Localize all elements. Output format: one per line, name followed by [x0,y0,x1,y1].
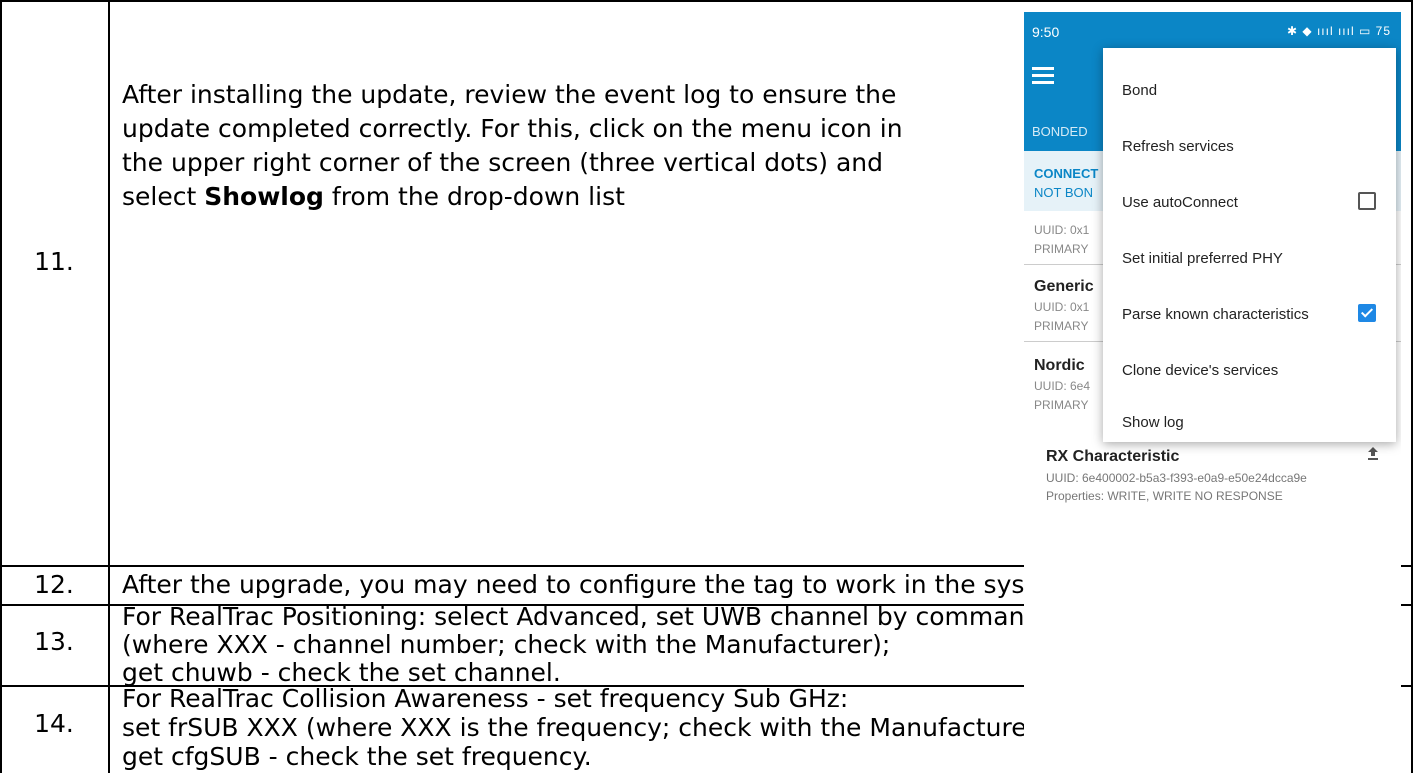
menu-item-show-log[interactable]: Show log [1122,414,1184,431]
service-uuid: UUID: 0x1 [1034,300,1090,314]
step-number: 11. [34,247,74,276]
step-text: For RealTrac Collision Awareness - set f… [122,684,1055,771]
step-number: 14. [34,709,74,738]
characteristic-properties: Properties: WRITE, WRITE NO RESPONSE [1046,489,1283,503]
upload-icon[interactable] [1367,446,1379,460]
status-time: 9:50 [1032,24,1060,40]
text-line: For RealTrac Collision Awareness - set f… [122,684,849,713]
overflow-menu: Bond Refresh services Use autoConnect Se… [1103,48,1396,442]
service-uuid: UUID: 6e4 [1034,379,1091,393]
step-text: After installing the update, review the … [122,78,903,214]
autoconnect-checkbox[interactable] [1358,192,1376,210]
text-line: select Showlog from the drop-down list [122,180,903,214]
bond-status: NOT BON [1034,185,1093,200]
status-icons: ✱ ◆ ıııl ıııl ▭ 75 [1287,24,1391,38]
menu-item-clone-services[interactable]: Clone device's services [1122,362,1278,379]
service-name[interactable]: Nordic [1034,357,1085,375]
text-fragment: select [122,182,205,211]
step-text: After the upgrade, you may need to confi… [122,568,1082,602]
characteristic-name[interactable]: RX Characteristic [1046,448,1179,466]
status-bar: 9:50 ✱ ◆ ıııl ıııl ▭ 75 [1024,12,1401,52]
text-line: the upper right corner of the screen (th… [122,148,883,177]
text-line: After installing the update, review the … [122,80,897,109]
menu-item-use-autoconnect[interactable]: Use autoConnect [1122,194,1238,211]
menu-item-bond[interactable]: Bond [1122,82,1157,99]
hamburger-menu-icon[interactable] [1032,67,1054,85]
service-name[interactable]: Generic [1034,278,1094,296]
bold-command: Showlog [204,182,324,211]
menu-item-refresh-services[interactable]: Refresh services [1122,138,1234,155]
text-line: get cfgSUB - check the set frequency. [122,742,592,771]
service-type: PRIMARY [1034,319,1089,333]
column-divider [108,0,110,773]
service-type: PRIMARY [1034,242,1089,256]
connection-status: CONNECT [1034,166,1099,181]
text-line: update completed correctly. For this, cl… [122,114,903,143]
menu-item-set-preferred-phy[interactable]: Set initial preferred PHY [1122,250,1283,267]
characteristic-uuid: UUID: 6e400002-b5a3-f393-e0a9-e50e24dcca… [1046,471,1307,485]
phone-screenshot: 9:50 ✱ ◆ ıııl ıııl ▭ 75 BONDED CONNECT N… [1024,12,1401,760]
text-line: After the upgrade, you may need to confi… [122,570,1082,599]
service-type: PRIMARY [1034,398,1089,412]
tab-bonded[interactable]: BONDED [1032,124,1088,139]
step-number: 13. [34,627,74,656]
table-border-left [0,0,2,773]
table-border-top [0,0,1413,2]
service-uuid: UUID: 0x1 [1034,223,1090,237]
step-number: 12. [34,570,74,599]
parse-characteristics-checkbox[interactable] [1358,304,1376,322]
text-fragment: from the drop-down list [323,182,625,211]
menu-item-parse-characteristics[interactable]: Parse known characteristics [1122,306,1309,323]
text-line: set frSUB XXX (where XXX is the frequenc… [122,713,1056,742]
